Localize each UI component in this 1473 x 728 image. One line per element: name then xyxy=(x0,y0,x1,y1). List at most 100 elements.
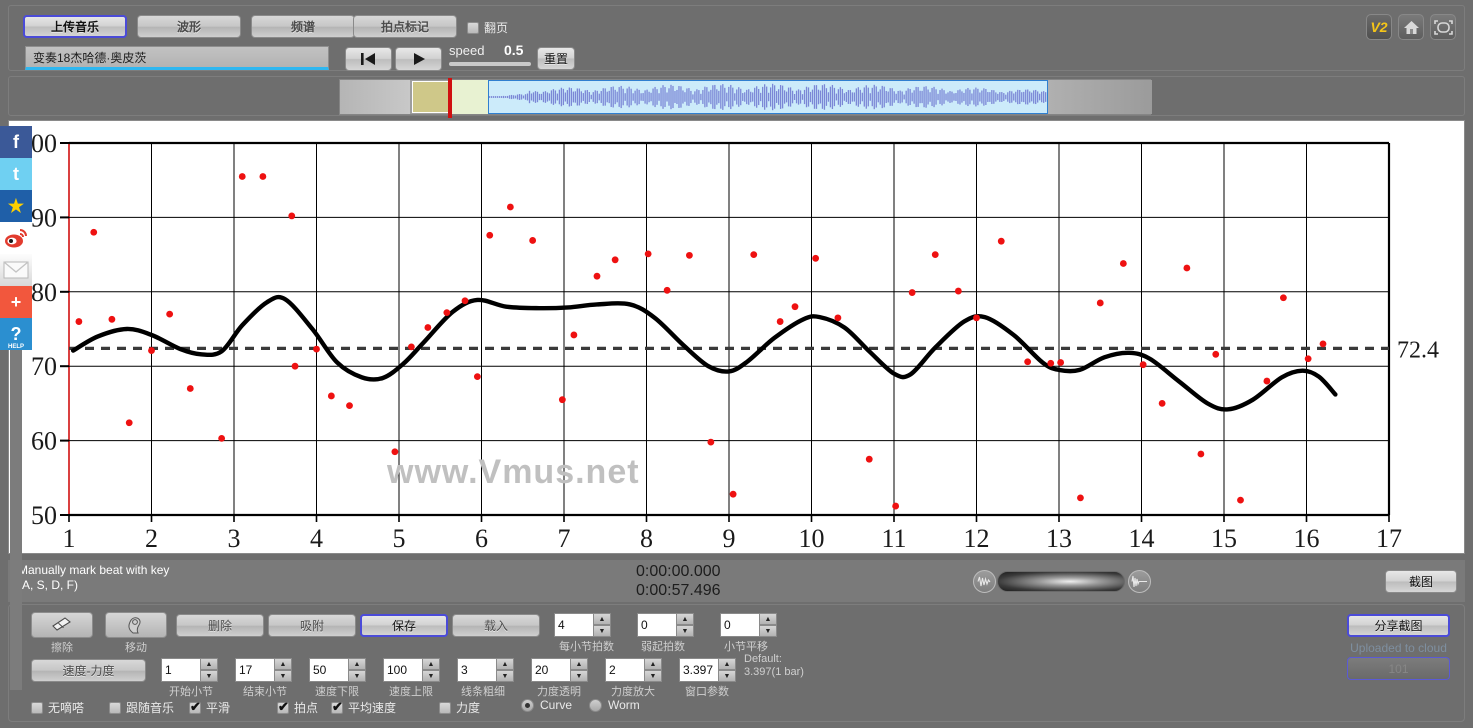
chart-data-point[interactable] xyxy=(729,490,737,498)
chart-data-point[interactable] xyxy=(75,318,83,325)
facebook-icon[interactable]: f xyxy=(0,126,32,158)
chart-data-point[interactable] xyxy=(424,324,432,331)
checkbox-smooth[interactable]: 平滑 xyxy=(189,699,230,716)
chart-data-point[interactable] xyxy=(997,237,1005,245)
chart-data-point[interactable] xyxy=(865,455,873,463)
skip-to-start-button[interactable] xyxy=(345,47,392,71)
chart-data-point[interactable] xyxy=(486,231,494,239)
spinner-start-bar-input[interactable]: 1 xyxy=(161,658,201,682)
spinner-up-icon[interactable]: ▲ xyxy=(593,613,611,625)
chart-data-point[interactable] xyxy=(644,250,652,258)
chart-data-point[interactable] xyxy=(931,251,939,258)
page-turn-checkbox[interactable]: 翻页 xyxy=(467,19,508,36)
radio-worm[interactable]: Worm xyxy=(589,698,640,712)
chart-data-point[interactable] xyxy=(218,434,226,442)
speed-slider-group[interactable]: speed 0.5 xyxy=(445,42,531,87)
spinner-down-icon[interactable]: ▼ xyxy=(422,670,440,682)
checkbox-dynamics[interactable]: 力度 xyxy=(439,699,480,716)
tab-waveform[interactable]: 波形 xyxy=(137,15,241,38)
twitter-icon[interactable]: t xyxy=(0,158,32,190)
spinner-pickup-beats-input[interactable]: 0 xyxy=(637,613,677,637)
spinner-window-param-input[interactable]: 3.397 xyxy=(679,658,719,682)
v2-badge-icon[interactable]: V2 xyxy=(1366,14,1392,40)
chart-data-point[interactable] xyxy=(473,373,481,381)
chart-data-point[interactable] xyxy=(1183,264,1191,272)
spinner-tempo-max-input[interactable]: 100 xyxy=(383,658,423,682)
spinner-beats-per-bar[interactable]: 4 ▲ ▼ xyxy=(554,613,611,637)
chart-data-point[interactable] xyxy=(1197,450,1205,458)
spinner-tempo-max-arrows[interactable]: ▲ ▼ xyxy=(422,658,440,682)
spinner-line-thickness-arrows[interactable]: ▲ ▼ xyxy=(496,658,514,682)
spinner-dynamics-scale-input[interactable]: 2 xyxy=(605,658,645,682)
checkbox-no-metronome[interactable]: 无嘀嗒 xyxy=(31,699,84,716)
waveform-overview-strip[interactable] xyxy=(8,76,1465,118)
snap-button[interactable]: 吸附 xyxy=(268,614,356,637)
chart-data-point[interactable] xyxy=(1047,359,1055,367)
chart-data-point[interactable] xyxy=(892,502,900,510)
chart-data-point[interactable] xyxy=(834,314,842,322)
chart-data-point[interactable] xyxy=(391,448,399,456)
spinner-down-icon[interactable]: ▼ xyxy=(676,625,694,637)
spinner-tempo-min[interactable]: 50 ▲ ▼ xyxy=(309,658,366,682)
chart-data-point[interactable] xyxy=(1139,361,1147,369)
spinner-down-icon[interactable]: ▼ xyxy=(274,670,292,682)
chart-data-point[interactable] xyxy=(90,228,98,236)
chart-data-point[interactable] xyxy=(791,303,799,311)
chart-data-point[interactable] xyxy=(1119,260,1127,267)
chart-data-point[interactable] xyxy=(506,203,514,211)
home-icon[interactable] xyxy=(1398,14,1424,40)
chart-data-point[interactable] xyxy=(288,212,296,220)
chart-data-point[interactable] xyxy=(259,173,267,180)
chart-data-point[interactable] xyxy=(1280,294,1287,302)
screenshot-button[interactable]: 截图 xyxy=(1385,570,1457,593)
chart-data-point[interactable] xyxy=(707,438,715,446)
spinner-pickup-beats-arrows[interactable]: ▲ ▼ xyxy=(676,613,694,637)
chart-data-point[interactable] xyxy=(1158,400,1166,407)
add-more-icon[interactable]: + xyxy=(0,286,32,318)
chart-data-point[interactable] xyxy=(1057,359,1065,366)
spinner-bar-shift-arrows[interactable]: ▲ ▼ xyxy=(759,613,777,637)
chart-data-point[interactable] xyxy=(291,362,299,370)
zhanzuo-star-icon[interactable]: ★ xyxy=(0,190,32,222)
spinner-dynamics-scale-arrows[interactable]: ▲ ▼ xyxy=(644,658,662,682)
chart-data-point[interactable] xyxy=(1304,355,1312,363)
chart-data-point[interactable] xyxy=(461,297,469,305)
spinner-up-icon[interactable]: ▲ xyxy=(759,613,777,625)
save-button[interactable]: 保存 xyxy=(360,614,448,637)
tempo-chart-svg[interactable]: 50607080901001 2 3 4 5 6 7 8 9 10 11 12 13 14 15 16 1772… xyxy=(9,121,1464,553)
chart-data-point[interactable] xyxy=(750,251,758,258)
spinner-line-thickness-input[interactable]: 3 xyxy=(457,658,497,682)
chart-data-point[interactable] xyxy=(1024,358,1032,366)
load-button[interactable]: 载入 xyxy=(452,614,540,637)
chart-data-point[interactable] xyxy=(148,347,155,354)
spinner-dynamics-opacity[interactable]: 20 ▲ ▼ xyxy=(531,658,588,682)
spinner-down-icon[interactable]: ▼ xyxy=(496,670,514,682)
chart-data-point[interactable] xyxy=(186,385,194,392)
chart-data-point[interactable] xyxy=(238,173,246,180)
chart-data-point[interactable] xyxy=(443,309,451,317)
spinner-end-bar-arrows[interactable]: ▲ ▼ xyxy=(274,658,292,682)
chart-data-point[interactable] xyxy=(570,331,578,339)
chart-data-point[interactable] xyxy=(1237,496,1244,504)
spinner-dynamics-opacity-input[interactable]: 20 xyxy=(531,658,571,682)
chart-data-point[interactable] xyxy=(611,256,619,264)
chart-data-point[interactable] xyxy=(776,318,784,325)
chart-data-point[interactable] xyxy=(125,419,133,427)
spinner-down-icon[interactable]: ▼ xyxy=(348,670,366,682)
chart-data-point[interactable] xyxy=(407,343,415,351)
chart-data-point[interactable] xyxy=(593,272,601,280)
tab-spectrum[interactable]: 频谱 xyxy=(251,15,355,38)
spinner-dynamics-scale[interactable]: 2 ▲ ▼ xyxy=(605,658,662,682)
waveform-playhead[interactable] xyxy=(448,78,452,118)
weibo-icon[interactable] xyxy=(0,222,32,254)
delete-button[interactable]: 删除 xyxy=(176,614,264,637)
waveform-selection-region[interactable] xyxy=(412,81,452,113)
chart-data-point[interactable] xyxy=(1096,299,1104,307)
chart-data-point[interactable] xyxy=(529,237,537,244)
spinner-start-bar[interactable]: 1 ▲ ▼ xyxy=(161,658,218,682)
chart-data-point[interactable] xyxy=(1212,350,1220,358)
upload-count-box[interactable]: 101 xyxy=(1347,657,1450,680)
spinner-end-bar-input[interactable]: 17 xyxy=(235,658,275,682)
spinner-up-icon[interactable]: ▲ xyxy=(676,613,694,625)
fullscreen-icon[interactable] xyxy=(1430,14,1456,40)
